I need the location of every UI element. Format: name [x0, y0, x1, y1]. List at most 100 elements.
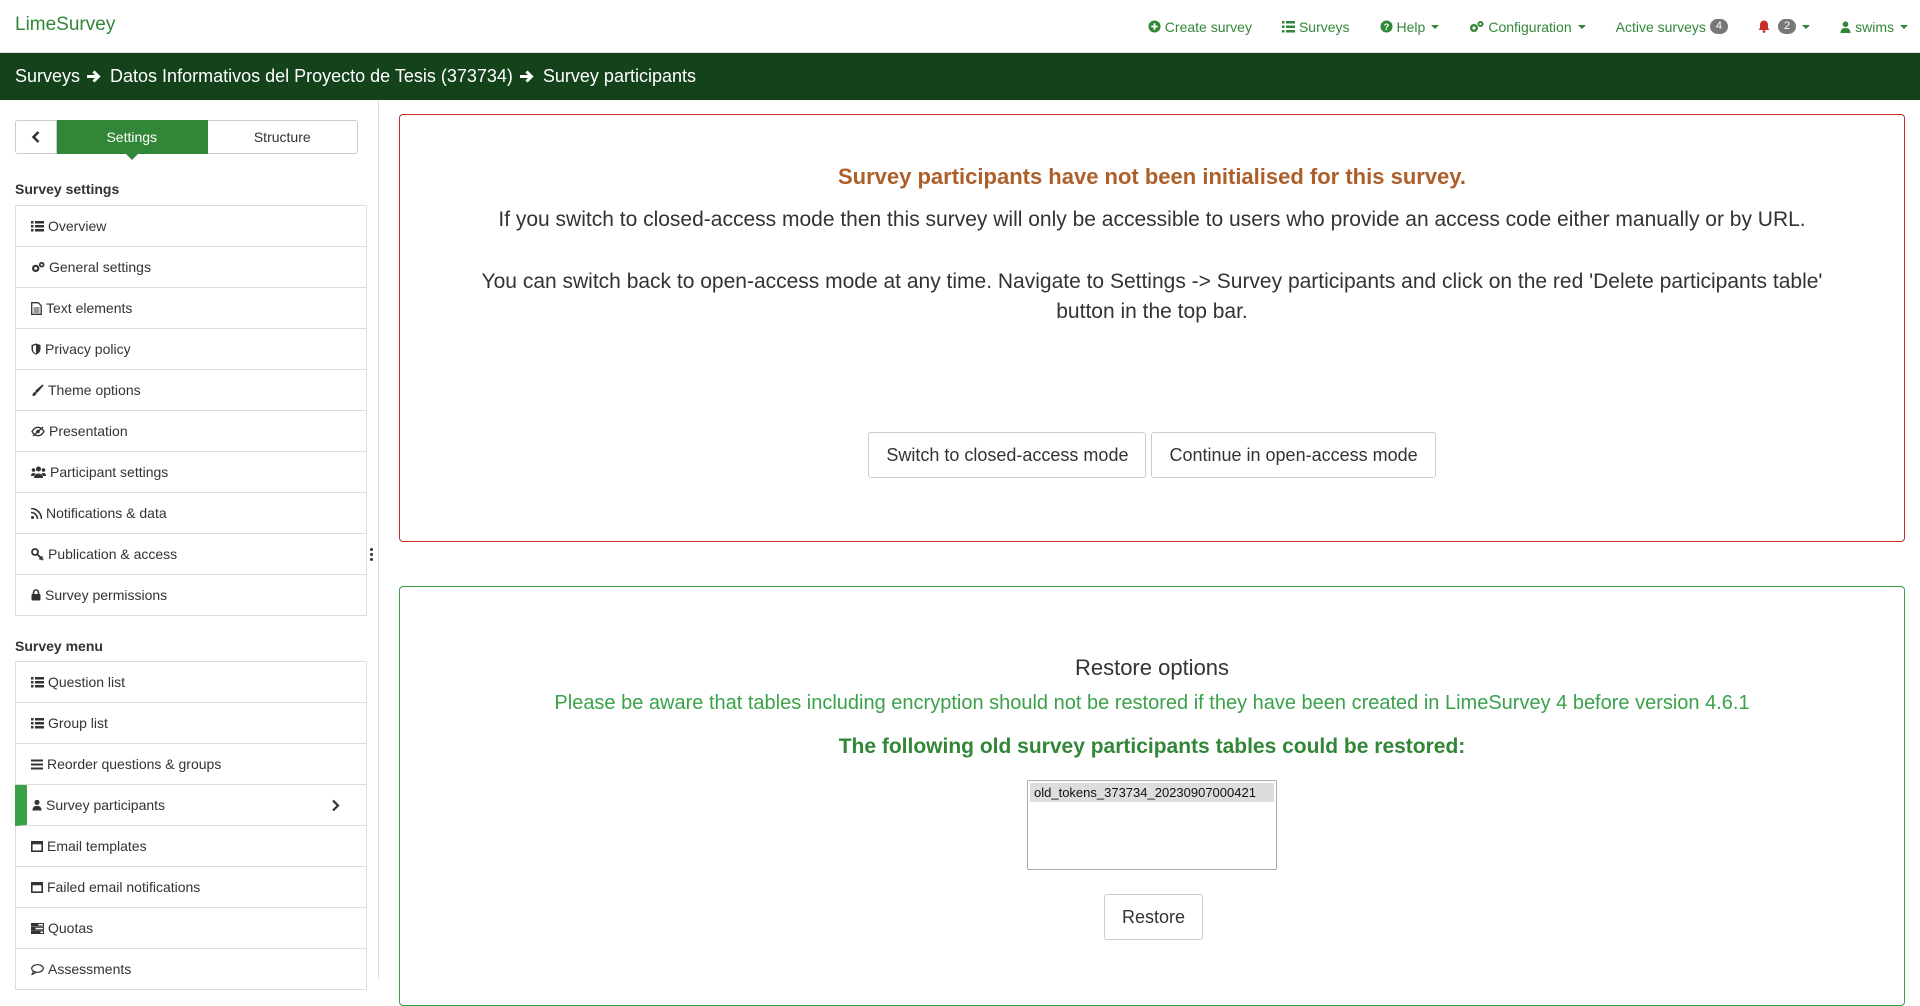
active-surveys-label: Active surveys — [1615, 18, 1706, 35]
sidebar-item-label: Failed email notifications — [47, 879, 201, 895]
sidebar-item-general-settings[interactable]: General settings — [15, 247, 367, 288]
sidebar-item-quotas[interactable]: Quotas — [15, 908, 367, 949]
cogs-icon — [1470, 21, 1484, 32]
chevron-right-icon — [332, 799, 340, 812]
sidebar-item-overview[interactable]: Overview — [15, 206, 367, 247]
sidebar-item-label: Email templates — [47, 838, 147, 854]
switch-closed-access-button[interactable]: Switch to closed-access mode — [868, 432, 1147, 478]
bars-icon — [31, 759, 43, 769]
tab-settings[interactable]: Settings — [57, 120, 208, 160]
sidebar-item-survey-permissions[interactable]: Survey permissions — [15, 575, 367, 616]
sidebar-item-theme-options[interactable]: Theme options — [15, 370, 367, 411]
users-icon — [31, 466, 46, 478]
caret-down-icon — [1900, 24, 1908, 29]
continue-open-access-button[interactable]: Continue in open-access mode — [1151, 432, 1436, 478]
sidebar-item-privacy-policy[interactable]: Privacy policy — [15, 329, 367, 370]
rss-icon — [31, 507, 42, 519]
restore-options-panel: Restore options Please be aware that tab… — [399, 586, 1905, 1006]
active-surveys-link[interactable]: Active surveys 4 — [1616, 19, 1728, 35]
brand-logo[interactable]: LimeSurvey — [15, 14, 115, 36]
list-icon — [31, 676, 44, 687]
notice-paragraph-closed-access: If you switch to closed-access mode then… — [498, 208, 1806, 231]
svg-text:?: ? — [1383, 22, 1389, 32]
restore-title: Restore options — [1074, 655, 1230, 680]
sidebar-item-label: Survey participants — [46, 797, 166, 813]
question-circle-icon: ? — [1379, 20, 1393, 33]
notifications-badge: 2 — [1777, 19, 1797, 34]
sidebar-item-label: Overview — [48, 218, 107, 234]
list-icon — [1281, 20, 1295, 32]
sidebar-item-publication-access[interactable]: Publication & access — [15, 534, 367, 575]
list-icon — [31, 717, 44, 728]
sidebar-item-label: Survey permissions — [45, 587, 168, 603]
sidebar-item-label: Privacy policy — [45, 341, 131, 357]
caret-down-icon — [1802, 24, 1811, 29]
chevron-left-icon — [31, 131, 40, 143]
sidebar-item-group-list[interactable]: Group list — [15, 703, 367, 744]
notice-buttons: Switch to closed-access mode Continue in… — [400, 432, 1904, 478]
create-survey-link[interactable]: Create survey — [1148, 19, 1252, 35]
notifications-dropdown[interactable]: 2 — [1758, 19, 1811, 34]
breadcrumb-survey[interactable]: Datos Informativos del Proyecto de Tesis… — [110, 66, 513, 87]
old-table-option[interactable]: old_tokens_373734_20230907000421 — [1030, 783, 1274, 802]
breadcrumb: Surveys Datos Informativos del Proyecto … — [0, 53, 1920, 100]
tab-structure[interactable]: Structure — [207, 120, 358, 154]
configuration-dropdown[interactable]: Configuration — [1469, 18, 1586, 35]
sidebar-item-label: Question list — [48, 674, 126, 690]
user-dropdown[interactable]: swims — [1840, 19, 1908, 35]
user-icon — [32, 799, 42, 811]
lock-icon — [31, 589, 41, 601]
caret-down-icon — [1577, 24, 1586, 29]
sidebar-item-survey-participants[interactable]: Survey participants — [15, 785, 367, 826]
top-nav-menu: Create survey Surveys ? Help Configurati… — [1118, 0, 1908, 53]
list-icon — [31, 220, 44, 231]
sidebar-resize-handle[interactable] — [369, 548, 373, 561]
sidebar-item-label: Group list — [48, 715, 108, 731]
top-navbar: LimeSurvey Create survey Surveys ? Help … — [0, 0, 1920, 53]
sidebar-item-label: Presentation — [49, 423, 128, 439]
window-icon — [31, 881, 43, 893]
shield-icon — [31, 343, 41, 355]
collapse-sidebar-button[interactable] — [15, 120, 57, 154]
paint-brush-icon — [32, 383, 44, 396]
survey-menu-list: Question list Group list Reorder questio… — [15, 661, 367, 990]
surveys-label: Surveys — [1298, 18, 1350, 35]
surveys-link[interactable]: Surveys — [1281, 18, 1350, 35]
notice-title: Survey participants have not been initia… — [838, 164, 1466, 189]
restore-button[interactable]: Restore — [1104, 894, 1204, 940]
sidebar-item-text-elements[interactable]: Text elements — [15, 288, 367, 329]
sidebar-item-email-templates[interactable]: Email templates — [15, 826, 367, 867]
sidebar-item-label: Notifications & data — [46, 505, 167, 521]
arrow-right-icon — [86, 69, 101, 84]
bell-icon — [1758, 20, 1770, 33]
sidebar-item-label: Participant settings — [50, 464, 169, 480]
sidebar-item-label: Text elements — [46, 300, 133, 316]
help-dropdown[interactable]: ? Help — [1379, 18, 1440, 35]
key-icon — [31, 547, 44, 561]
sidebar-item-failed-email[interactable]: Failed email notifications — [15, 867, 367, 908]
sidebar-item-reorder[interactable]: Reorder questions & groups — [15, 744, 367, 785]
window-icon — [31, 840, 43, 852]
sidebar-item-assessments[interactable]: Assessments — [15, 949, 367, 990]
cogs-icon — [32, 261, 45, 273]
caret-down-icon — [1431, 24, 1440, 29]
sidebar-item-label: General settings — [49, 259, 151, 275]
sidebar-item-label: Theme options — [48, 382, 141, 398]
comment-icon — [31, 963, 44, 975]
sidebar-item-presentation[interactable]: Presentation — [15, 411, 367, 452]
user-icon — [1840, 20, 1851, 33]
sidebar-item-participant-settings[interactable]: Participant settings — [15, 452, 367, 493]
sidebar-item-question-list[interactable]: Question list — [15, 662, 367, 703]
sidebar-item-notifications-data[interactable]: Notifications & data — [15, 493, 367, 534]
survey-menu-heading: Survey menu — [15, 638, 103, 654]
breadcrumb-surveys[interactable]: Surveys — [15, 66, 80, 87]
create-survey-label: Create survey — [1164, 18, 1252, 35]
restore-encryption-warning: Please be aware that tables including en… — [554, 692, 1750, 714]
eye-slash-icon — [31, 426, 45, 436]
active-surveys-badge: 4 — [1709, 19, 1728, 34]
old-tables-listbox[interactable]: old_tokens_373734_20230907000421 — [1027, 780, 1277, 870]
help-label: Help — [1396, 18, 1426, 35]
tasks-icon — [31, 922, 44, 934]
configuration-label: Configuration — [1488, 18, 1572, 35]
survey-settings-list: Overview General settings Text elements … — [15, 205, 367, 616]
